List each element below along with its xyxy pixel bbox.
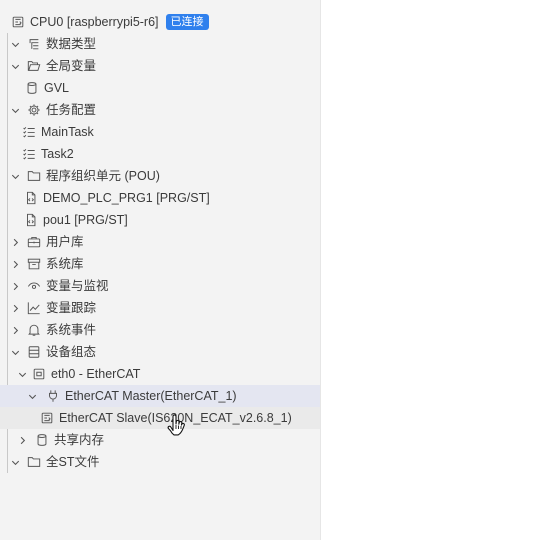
tree-item-demo-plc-prg1[interactable]: DEMO_PLC_PRG1 [PRG/ST] [0,187,320,209]
tree-item-label: 系统库 [46,257,84,271]
tree-item-ethercat-slave[interactable]: EtherCAT Slave(IS620N_ECAT_v2.6.8_1) [0,407,320,429]
tree-item-label: 变量跟踪 [46,301,97,315]
tree-item-label: 任务配置 [46,103,97,117]
tree-item-shared-memory[interactable]: 共享内存 [0,429,320,451]
tree-item-label: 系统事件 [46,323,97,337]
tree-item-system-events[interactable]: 系统事件 [0,319,320,341]
tree-item-gvl[interactable]: GVL [0,77,320,99]
connection-status-badge: 已连接 [165,14,209,30]
tree-item-var-monitor[interactable]: 变量与监视 [0,275,320,297]
chevron-down-icon[interactable] [15,367,29,381]
tree-item-st-files[interactable]: 全ST文件 [0,451,320,473]
tree-item-task2[interactable]: Task2 [0,143,320,165]
tree-item-label: 共享内存 [54,433,105,447]
chevron-right-icon[interactable] [8,323,22,337]
chevron-right-icon[interactable] [8,235,22,249]
folder-open-icon [26,58,42,74]
tree-item-cpu0[interactable]: CPU0 [raspberrypi5-r6] 已连接 [0,11,320,33]
type-hierarchy-icon [26,36,42,52]
plug-icon [45,388,61,404]
task-list-icon [21,124,37,140]
gear-icon [26,102,42,118]
tree-item-label: Task2 [41,147,74,161]
code-file-icon [23,212,39,228]
tree-item-label: EtherCAT Master(EtherCAT_1) [65,389,237,403]
tree-item-label: 用户库 [46,235,84,249]
tree-item-label: 全ST文件 [46,455,100,469]
tree-item-label: eth0 - EtherCAT [51,367,141,381]
tree-item-pou1[interactable]: pou1 [PRG/ST] [0,209,320,231]
line-chart-icon [26,300,42,316]
tree-item-var-trace[interactable]: 变量跟踪 [0,297,320,319]
tree-item-pou[interactable]: 程序组织单元 (POU) [0,165,320,187]
tree-item-label: 全局变量 [46,59,97,73]
archive-icon [26,256,42,272]
chevron-right-icon[interactable] [15,433,29,447]
chevron-down-icon[interactable] [25,389,39,403]
tree-item-label: DEMO_PLC_PRG1 [PRG/ST] [43,191,210,205]
eye-icon [26,278,42,294]
tree-item-label: GVL [44,81,70,95]
tree-item-device-config[interactable]: 设备组态 [0,341,320,363]
chevron-right-icon[interactable] [8,257,22,271]
tree-item-user-library[interactable]: 用户库 [0,231,320,253]
chevron-right-icon[interactable] [8,279,22,293]
folder-icon [26,454,42,470]
tree-item-eth0[interactable]: eth0 - EtherCAT [0,363,320,385]
tree-item-main-task[interactable]: MainTask [0,121,320,143]
chevron-down-icon[interactable] [8,103,22,117]
chevron-right-icon[interactable] [8,301,22,315]
database-icon [34,432,50,448]
tree-item-label: MainTask [41,125,94,139]
tree-item-data-types[interactable]: 数据类型 [0,33,320,55]
hand-cursor-icon [167,414,185,436]
tree-item-label: pou1 [PRG/ST] [43,213,128,227]
task-list-icon [21,146,37,162]
tree-item-ethercat-master[interactable]: EtherCAT Master(EtherCAT_1) [0,385,320,407]
project-tree: CPU0 [raspberrypi5-r6] 已连接 数据类型 全局变量 GVL [0,11,320,473]
chevron-down-icon[interactable] [8,345,22,359]
tree-item-label: 数据类型 [46,37,97,51]
database-icon [24,80,40,96]
chevron-down-icon[interactable] [8,37,22,51]
tree-item-label: 变量与监视 [46,279,109,293]
tree-item-global-vars[interactable]: 全局变量 [0,55,320,77]
tree-item-label: 设备组态 [46,345,97,359]
network-port-icon [31,366,47,382]
briefcase-icon [26,234,42,250]
chevron-down-icon[interactable] [8,455,22,469]
code-file-icon [23,190,39,206]
tree-item-system-library[interactable]: 系统库 [0,253,320,275]
folder-icon [26,168,42,184]
chevron-down-icon[interactable] [8,59,22,73]
bell-icon [26,322,42,338]
tree-item-task-config[interactable]: 任务配置 [0,99,320,121]
device-chip-icon [10,14,26,30]
device-chip-icon [39,410,55,426]
chevron-down-icon[interactable] [8,169,22,183]
tree-item-label: CPU0 [raspberrypi5-r6] [30,15,159,29]
tree-item-label: 程序组织单元 (POU) [46,169,160,183]
project-explorer-panel: CPU0 [raspberrypi5-r6] 已连接 数据类型 全局变量 GVL [0,0,321,540]
server-rack-icon [26,344,42,360]
